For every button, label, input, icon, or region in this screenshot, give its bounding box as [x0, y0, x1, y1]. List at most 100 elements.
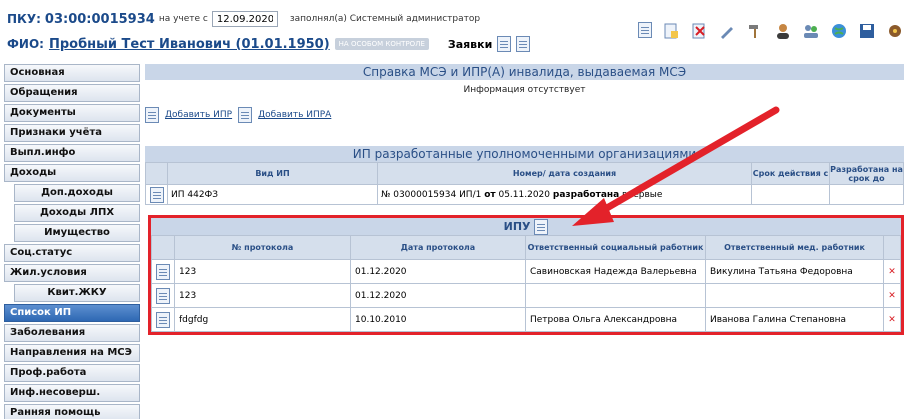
settings-icon[interactable]: [886, 22, 904, 40]
sidebar-item-dohody[interactable]: Доходы: [4, 164, 140, 182]
sidebar-item-dop-dohody[interactable]: Доп.доходы: [14, 184, 140, 202]
sidebar-item-priznaki[interactable]: Признаки учёта: [4, 124, 140, 142]
document-edit-icon[interactable]: [662, 22, 680, 40]
ipu-row-num: fdgfdg: [174, 307, 351, 332]
toolbar: [638, 22, 904, 40]
control-badge: НА ОСОБОМ КОНТРОЛЕ: [334, 38, 429, 50]
edit-doc-icon[interactable]: [156, 311, 170, 328]
ip-col-vid: Вид ИП: [167, 162, 378, 185]
add-links: Добавить ИПР Добавить ИПРА: [145, 107, 904, 123]
delete-icon[interactable]: ✕: [883, 283, 901, 308]
ipu-col-social: Ответственный социальный работник: [525, 235, 706, 260]
sidebar-item-dokumenty[interactable]: Документы: [4, 104, 140, 122]
ipu-row-edit-cell: [151, 307, 175, 332]
ipu-table-header: № протокола Дата протокола Ответственный…: [151, 235, 901, 260]
ip-col-nomer: Номер/ дата создания: [377, 162, 752, 185]
table-row: 123 01.12.2020 Савиновская Надежда Валер…: [151, 259, 901, 284]
add-ipra-link[interactable]: Добавить ИПРА: [258, 110, 331, 120]
sidebar-item-inf-nesover[interactable]: Инф.несоверш.: [4, 384, 140, 402]
ipu-row-edit-cell: [151, 283, 175, 308]
ip-row-vpervye: впервые: [619, 189, 663, 200]
ipu-row-social: Петрова Ольга Александровна: [525, 307, 706, 332]
users-icon[interactable]: [802, 22, 820, 40]
ip-row-nomer: № 03000015934 ИП/1 от 05.11.2020 разрабо…: [377, 184, 752, 205]
main-content: Справка МСЭ и ИПР(А) инвалида, выдаваема…: [145, 64, 904, 335]
sidebar-item-prof-rabota[interactable]: Проф.работа: [4, 364, 140, 382]
edit-pencil-icon[interactable]: [718, 22, 736, 40]
ipu-add-icon[interactable]: [534, 219, 549, 235]
add-ipr-link[interactable]: Добавить ИПР: [165, 110, 232, 120]
zayavki-label: Заявки: [447, 37, 493, 51]
ipu-delete-col: [883, 235, 901, 260]
sidebar-item-zhil-usloviya[interactable]: Жил.условия: [4, 264, 140, 282]
globe-icon[interactable]: [830, 22, 848, 40]
ipu-row-med: Иванова Галина Степановна: [705, 307, 884, 332]
delete-icon[interactable]: ✕: [883, 307, 901, 332]
document-delete-icon[interactable]: [690, 22, 708, 40]
sidebar-item-imuschestvo[interactable]: Имущество: [14, 224, 140, 242]
edit-doc-icon[interactable]: [156, 263, 170, 280]
zayavki-doc-icon[interactable]: [516, 36, 531, 52]
ip-col-srok-do: Разработана на срок до: [829, 162, 904, 185]
ip-row-edit-cell: [145, 184, 168, 205]
zayavki-search-icon[interactable]: [497, 36, 512, 52]
ip-row-srok-do: [829, 184, 904, 205]
on-record-label: на учете с: [158, 14, 208, 24]
ip-row-razrab: разработана: [552, 189, 620, 200]
ipu-row-num: 123: [174, 259, 351, 284]
ipu-table: № протокола Дата протокола Ответственный…: [151, 235, 901, 332]
document-icon[interactable]: [638, 22, 652, 38]
fio-link[interactable]: Пробный Тест Иванович (01.01.1950): [49, 37, 330, 52]
ipu-section-title: ИПУ: [151, 218, 901, 235]
delete-icon[interactable]: ✕: [883, 259, 901, 284]
save-icon[interactable]: [858, 22, 876, 40]
ipu-row-date: 01.12.2020: [350, 283, 526, 308]
sidebar-item-osnovnaya[interactable]: Основная: [4, 64, 140, 82]
edit-doc-icon[interactable]: [149, 186, 164, 203]
ip-row-srok-s: [751, 184, 830, 205]
hammer-icon[interactable]: [746, 22, 764, 40]
sidebar-item-kvit-zhku[interactable]: Квит.ЖКУ: [14, 284, 140, 302]
ipu-section: ИПУ № протокола Дата протокола Ответстве…: [148, 215, 904, 335]
filled-by-text: заполнял(а) Системный администратор: [289, 14, 481, 24]
ip-row-nomer-prefix: № 03000015934 ИП/1: [381, 189, 485, 200]
sidebar-item-obrascheniya[interactable]: Обращения: [4, 84, 140, 102]
sidebar-item-dohody-lph[interactable]: Доходы ЛПХ: [14, 204, 140, 222]
ipu-col-date: Дата протокола: [350, 235, 526, 260]
ip-icon-col: [145, 162, 168, 185]
ip-table: Вид ИП Номер/ дата создания Срок действи…: [145, 162, 904, 205]
add-ipra-icon[interactable]: [238, 107, 253, 123]
ip-row-vid: ИП 442ФЗ: [167, 184, 378, 205]
ip-table-header: Вид ИП Номер/ дата создания Срок действи…: [145, 162, 904, 185]
sidebar-item-zabolevaniya[interactable]: Заболевания: [4, 324, 140, 342]
table-row: 123 01.12.2020 ✕: [151, 283, 901, 308]
ipu-row-num: 123: [174, 283, 351, 308]
ipu-title-text: ИПУ: [503, 220, 531, 233]
sidebar-item-napravleniya-mse[interactable]: Направления на МСЭ: [4, 344, 140, 362]
ip-row-date: 05.11.2020: [495, 189, 553, 200]
ip-row-ot: от: [484, 189, 496, 200]
ipu-row-date: 01.12.2020: [350, 259, 526, 284]
sidebar-item-soc-status[interactable]: Соц.статус: [4, 244, 140, 262]
user-icon[interactable]: [774, 22, 792, 40]
add-ipr-icon[interactable]: [145, 107, 159, 123]
edit-doc-icon[interactable]: [156, 287, 170, 304]
on-record-date-field[interactable]: [211, 11, 278, 27]
mse-section-title: Справка МСЭ и ИПР(А) инвалида, выдаваема…: [145, 64, 904, 80]
sidebar-item-rannyaya-pomosch[interactable]: Ранняя помощь: [4, 404, 140, 419]
sidebar: Основная Обращения Документы Признаки уч…: [4, 64, 140, 419]
mse-info-text: Информация отсутствует: [463, 85, 586, 95]
ipu-row-edit-cell: [151, 259, 175, 284]
sidebar-item-vypl-info[interactable]: Выпл.инфо: [4, 144, 140, 162]
ipu-row-date: 10.10.2010: [350, 307, 526, 332]
ip-col-srok-s: Срок действия с: [751, 162, 830, 185]
ipu-row-social: [525, 283, 706, 308]
ipu-row-med: [705, 283, 884, 308]
pku-row: ПКУ: 03:00:0015934 на учете с заполнял(а…: [7, 11, 480, 27]
table-row: fdgfdg 10.10.2010 Петрова Ольга Александ…: [151, 307, 901, 332]
ipu-col-med: Ответственный мед. работник: [705, 235, 884, 260]
sidebar-item-spisok-ip[interactable]: Список ИП: [4, 304, 140, 322]
ipu-col-num: № протокола: [174, 235, 351, 260]
ipu-icon-col: [151, 235, 175, 260]
fio-label: ФИО:: [7, 37, 44, 51]
